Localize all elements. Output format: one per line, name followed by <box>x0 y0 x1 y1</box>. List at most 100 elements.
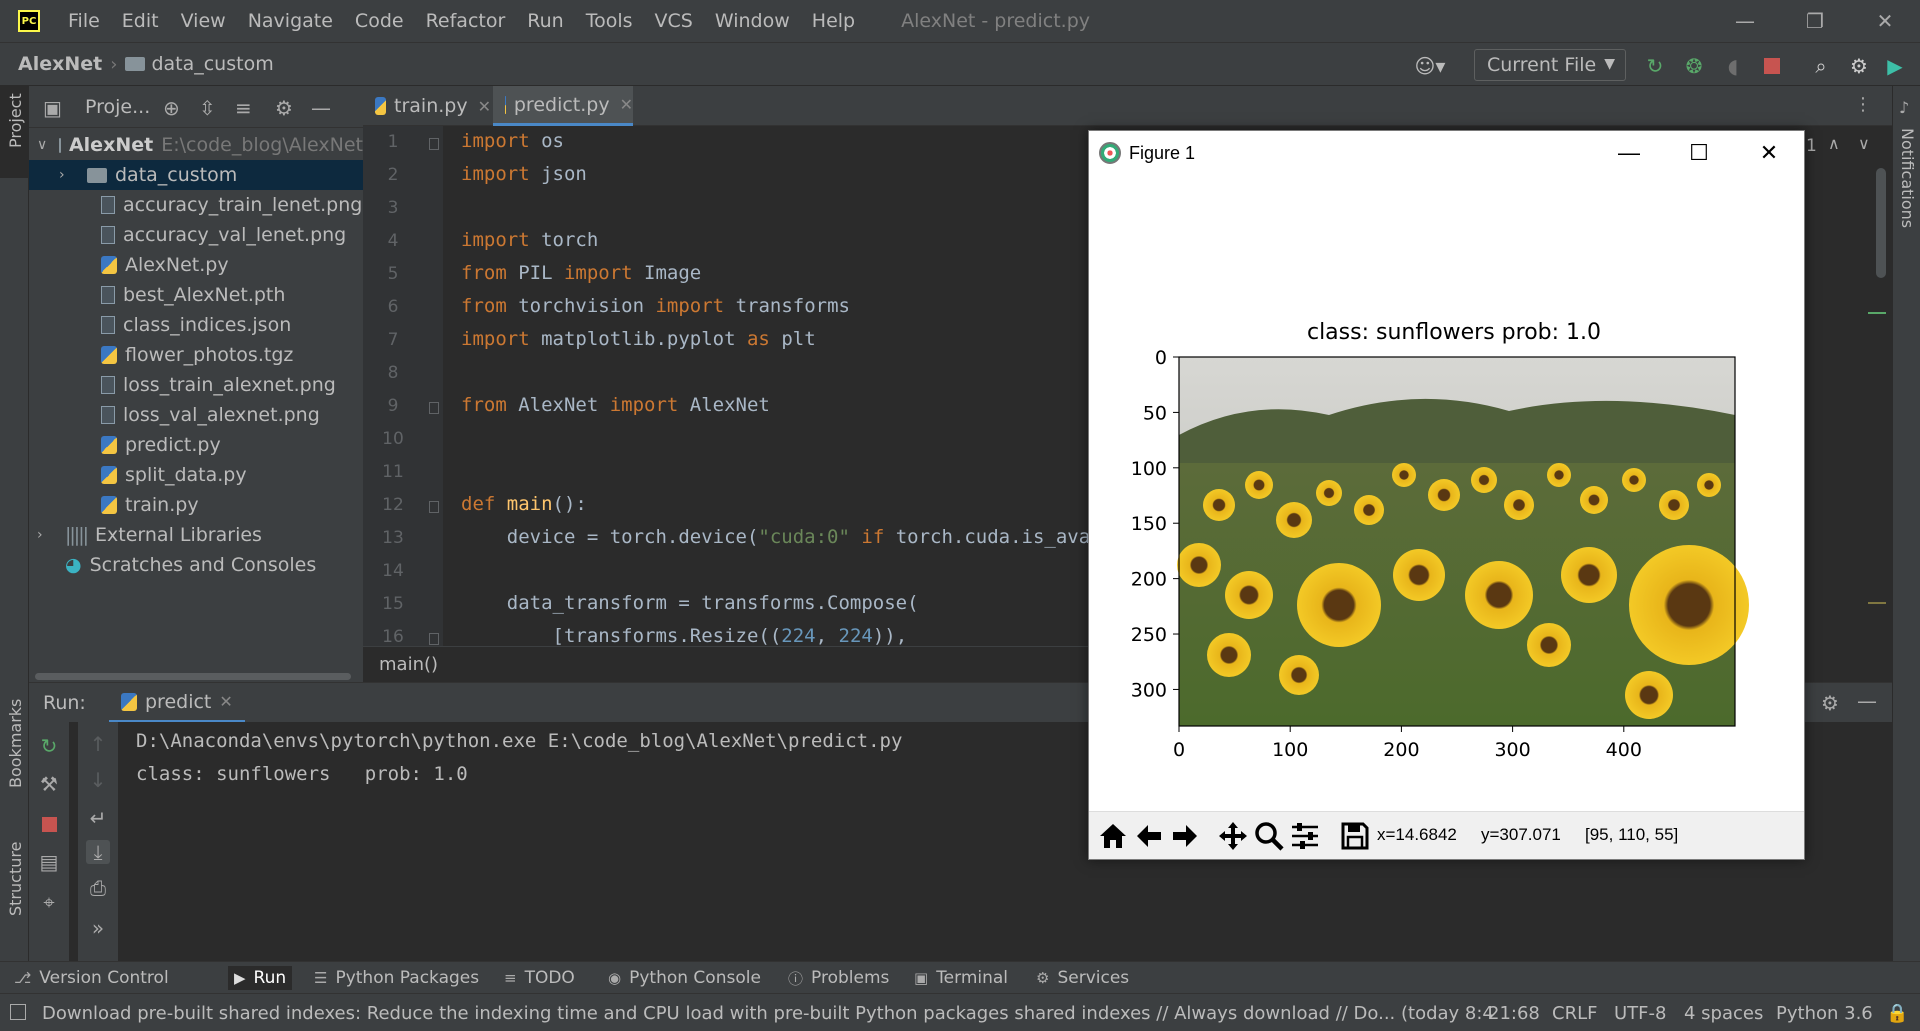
back-arrow-icon[interactable] <box>1129 817 1169 855</box>
minimize-icon[interactable]: — <box>1599 131 1659 175</box>
tree-item-file[interactable]: accuracy_val_lenet.png <box>29 220 363 250</box>
menu-vcs[interactable]: VCS <box>655 10 693 32</box>
tree-item-file[interactable]: class_indices.json <box>29 310 363 340</box>
editor-scrollbar-thumb[interactable] <box>1876 168 1886 278</box>
rerun-icon[interactable]: ↻ <box>1644 54 1666 78</box>
user-account-icon[interactable]: ☺▾ <box>1410 54 1450 78</box>
scrollbar-thumb[interactable] <box>35 673 351 680</box>
menu-window[interactable]: Window <box>715 10 790 32</box>
stop-icon[interactable] <box>37 812 61 836</box>
tree-item-file[interactable]: accuracy_train_lenet.png <box>29 190 363 220</box>
configure-subplots-icon[interactable] <box>1285 817 1325 855</box>
matplotlib-figure-window[interactable]: Figure 1 — ☐ ✕ class: sunflowers prob: 1… <box>1088 130 1805 860</box>
collapse-all-icon[interactable]: ≡ <box>235 96 252 120</box>
hide-panel-icon[interactable]: — <box>1857 689 1877 713</box>
menu-navigate[interactable]: Navigate <box>248 10 333 32</box>
fold-marker-icon[interactable] <box>429 501 439 513</box>
breadcrumb-project[interactable]: AlexNet <box>18 53 102 75</box>
tree-item-file[interactable]: best_AlexNet.pth <box>29 280 363 310</box>
print-icon[interactable]: ⎙ <box>86 876 110 900</box>
expand-all-icon[interactable]: ⇳ <box>199 96 216 120</box>
structure-stripe-label[interactable]: Structure <box>6 842 25 916</box>
tool-services[interactable]: ⚙ Services <box>1036 966 1129 990</box>
menu-file[interactable]: File <box>68 10 100 32</box>
stop-icon[interactable] <box>1761 55 1783 77</box>
maximize-icon[interactable]: ☐ <box>1669 131 1729 175</box>
menu-run[interactable]: Run <box>527 10 563 32</box>
tool-python-console[interactable]: ◉ Python Console <box>608 966 761 990</box>
coverage-shield-icon[interactable]: ◖ <box>1722 54 1744 78</box>
minimize-icon[interactable]: — <box>1710 0 1780 42</box>
rerun-icon[interactable]: ↻ <box>37 734 61 758</box>
scroll-down-icon[interactable]: ↓ <box>86 768 110 792</box>
fold-marker-icon[interactable] <box>429 633 439 645</box>
figure-canvas[interactable]: class: sunflowers prob: 1.0 0 50 100 150 200… <box>1089 175 1804 775</box>
gear-icon[interactable]: ⚙ <box>275 96 293 120</box>
tree-item-external-libraries[interactable]: › ||||| External Libraries <box>29 520 363 550</box>
home-icon[interactable] <box>1093 817 1133 855</box>
zoom-magnifier-icon[interactable] <box>1249 817 1289 855</box>
menu-code[interactable]: Code <box>355 10 404 32</box>
toggle-tool-windows-icon[interactable] <box>10 1004 26 1020</box>
scroll-up-icon[interactable]: ↑ <box>86 732 110 756</box>
tree-item-file[interactable]: loss_val_alexnet.png <box>29 400 363 430</box>
soft-wrap-icon[interactable]: ↵ <box>86 806 110 830</box>
gear-icon[interactable]: ⚙ <box>1848 54 1870 78</box>
pin-icon[interactable]: ⌖ <box>37 890 61 914</box>
tree-root-alexnet[interactable]: ∨ AlexNet E:\code_blog\AlexNet <box>29 130 363 160</box>
jetbrains-toolbox-icon[interactable]: ▶ <box>1884 54 1906 78</box>
tree-item-data-custom[interactable]: › data_custom <box>29 160 363 190</box>
lock-icon[interactable]: 🔒 <box>1886 1003 1908 1024</box>
tool-terminal[interactable]: ▣ Terminal <box>914 966 1008 990</box>
tree-item-file[interactable]: train.py <box>29 490 363 520</box>
tree-item-file[interactable]: split_data.py <box>29 460 363 490</box>
tab-train-py[interactable]: train.py ✕ <box>363 86 491 126</box>
wrench-icon[interactable]: ⚒ <box>37 772 61 796</box>
tool-run[interactable]: ▶ Run <box>228 966 293 990</box>
pan-move-icon[interactable] <box>1213 817 1253 855</box>
notifications-stripe-label[interactable]: Notifications <box>1898 128 1917 228</box>
status-encoding[interactable]: UTF-8 <box>1614 1003 1666 1024</box>
save-floppy-icon[interactable] <box>1335 817 1375 855</box>
horizontal-scrollbar[interactable] <box>29 670 363 682</box>
restore-icon[interactable]: ❐ <box>1780 0 1850 42</box>
status-caret-position[interactable]: 21:68 <box>1488 1003 1540 1024</box>
debug-bug-icon[interactable]: ❂ <box>1683 54 1705 78</box>
search-icon[interactable]: ⌕ <box>1810 54 1832 78</box>
close-tab-icon[interactable]: ✕ <box>620 95 633 114</box>
close-icon[interactable]: ✕ <box>1739 131 1799 175</box>
tab-predict-py[interactable]: predict.py ✕ <box>493 86 633 126</box>
run-tab-predict[interactable]: predict ✕ <box>109 683 245 723</box>
menu-refactor[interactable]: Refactor <box>426 10 506 32</box>
close-icon[interactable]: ✕ <box>1850 0 1920 42</box>
scroll-to-end-icon[interactable]: ⤓ <box>86 840 110 864</box>
status-interpreter[interactable]: Python 3.6 <box>1776 1003 1873 1024</box>
status-message[interactable]: Download pre-built shared indexes: Reduc… <box>42 1003 1494 1024</box>
close-tab-icon[interactable]: ✕ <box>478 97 491 116</box>
forward-arrow-icon[interactable] <box>1165 817 1205 855</box>
code-editor[interactable]: import os import json import torch from … <box>443 126 1089 646</box>
menu-edit[interactable]: Edit <box>122 10 159 32</box>
tool-python-packages[interactable]: ☰ Python Packages <box>314 966 479 990</box>
warning-counter[interactable]: 1 <box>1806 136 1817 156</box>
tool-version-control[interactable]: ⎇ Version Control <box>14 966 169 990</box>
more-tabs-icon[interactable]: ⋮ <box>1854 94 1872 115</box>
tree-item-file[interactable]: predict.py <box>29 430 363 460</box>
tool-problems[interactable]: ⓘ Problems <box>788 966 889 990</box>
close-tab-icon[interactable]: ✕ <box>219 692 232 711</box>
menu-view[interactable]: View <box>181 10 226 32</box>
tree-item-file[interactable]: loss_train_alexnet.png <box>29 370 363 400</box>
tree-item-file[interactable]: flower_photos.tgz <box>29 340 363 370</box>
notifications-bell-icon[interactable]: ♪ <box>1899 98 1909 117</box>
run-configuration-select[interactable]: Current File ▼ <box>1474 49 1626 81</box>
layout-icon[interactable]: ▤ <box>37 850 61 874</box>
status-line-separator[interactable]: CRLF <box>1552 1003 1597 1024</box>
breadcrumb-folder[interactable]: data_custom <box>151 53 273 75</box>
previous-highlight-icon[interactable]: ∧ <box>1828 134 1840 153</box>
status-indent[interactable]: 4 spaces <box>1684 1003 1763 1024</box>
next-highlight-icon[interactable]: ∨ <box>1858 134 1870 153</box>
more-actions-icon[interactable]: » <box>86 916 110 940</box>
figure-title-bar[interactable]: Figure 1 — ☐ ✕ <box>1089 131 1804 175</box>
code-breadcrumb-main[interactable]: main() <box>379 654 438 675</box>
project-stripe-button[interactable]: Project <box>0 86 29 178</box>
